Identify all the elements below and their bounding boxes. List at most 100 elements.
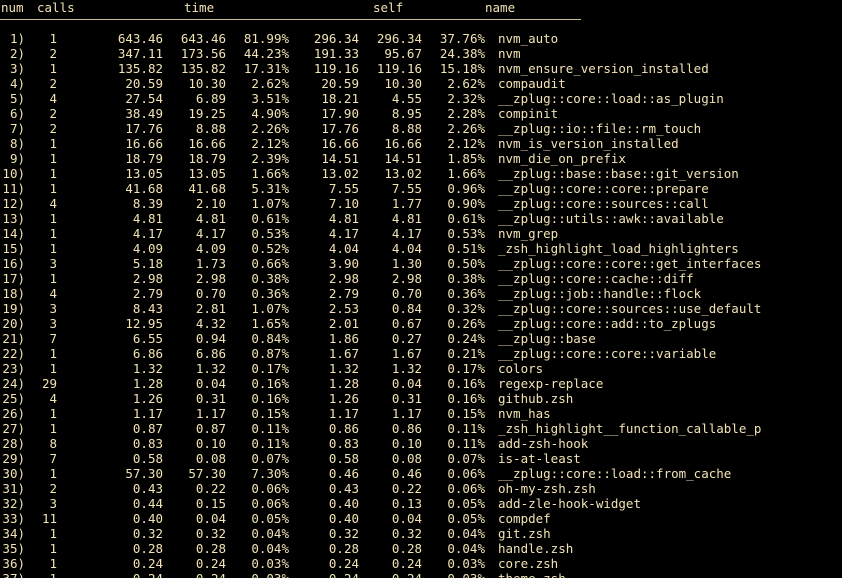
table-row: 13) 1 4.81 4.81 0.61% 4.81 4.81 0.61% __zplug::u… bbox=[0, 211, 842, 226]
row-self-avg: 4.04 bbox=[391, 241, 422, 256]
row-self-avg: 1.77 bbox=[391, 196, 422, 211]
row-self-pct: 0.90% bbox=[447, 196, 485, 211]
row-self-total: 17.76 bbox=[321, 121, 359, 136]
table-row: 1) 1 643.46 643.46 81.99% 296.34 296.34 37.76% n… bbox=[0, 31, 842, 46]
row-num: 2) bbox=[9, 46, 25, 61]
table-row: 33) 11 0.40 0.04 0.05% 0.40 0.04 0.05% compdef bbox=[0, 511, 842, 526]
row-self-pct: 0.06% bbox=[447, 466, 485, 481]
row-time-avg: 0.10 bbox=[195, 436, 226, 451]
row-time-total: 20.59 bbox=[125, 76, 163, 91]
row-self-total: 2.53 bbox=[328, 301, 359, 316]
row-time-avg: 0.24 bbox=[196, 571, 226, 578]
row-function-name: __zplug::core::load::as_plugin bbox=[498, 91, 724, 106]
row-function-name: is-at-least bbox=[498, 451, 581, 466]
table-row: 32) 3 0.44 0.15 0.06% 0.40 0.13 0.05% add-zle-ho… bbox=[0, 496, 842, 511]
table-row: 37) 1 0.24 0.24 0.03% 0.24 0.24 0.03% theme.zsh bbox=[0, 571, 842, 578]
row-function-name: colors bbox=[498, 361, 544, 376]
row-self-pct: 0.17% bbox=[447, 361, 485, 376]
row-self-total: 20.59 bbox=[321, 76, 359, 91]
row-calls: 1 bbox=[49, 421, 57, 436]
table-row: 26) 1 1.17 1.17 0.15% 1.17 1.17 0.15% nvm_has bbox=[0, 406, 842, 421]
table-row: 19) 3 8.43 2.81 1.07% 2.53 0.84 0.32% __zplug::c… bbox=[0, 301, 842, 316]
row-calls: 11 bbox=[41, 511, 57, 526]
row-self-total: 2.01 bbox=[328, 316, 359, 331]
row-self-total: 1.28 bbox=[328, 376, 359, 391]
row-time-total: 1.17 bbox=[132, 406, 163, 421]
row-self-pct: 0.06% bbox=[447, 481, 485, 496]
row-time-pct: 0.15% bbox=[251, 406, 289, 421]
row-calls: 1 bbox=[49, 166, 57, 181]
row-self-pct: 2.26% bbox=[447, 121, 485, 136]
row-self-pct: 0.16% bbox=[447, 376, 485, 391]
row-num: 23) bbox=[2, 361, 25, 376]
row-self-avg: 8.88 bbox=[391, 121, 422, 136]
row-time-total: 5.18 bbox=[132, 256, 163, 271]
row-self-total: 0.40 bbox=[328, 511, 359, 526]
row-self-pct: 24.38% bbox=[439, 46, 485, 61]
row-time-total: 0.83 bbox=[132, 436, 163, 451]
table-row: 15) 1 4.09 4.09 0.52% 4.04 4.04 0.51% _zsh_highl… bbox=[0, 241, 842, 256]
row-function-name: __zplug::base bbox=[498, 331, 596, 346]
row-function-name: __zplug::utils::awk::available bbox=[498, 211, 724, 226]
row-calls: 1 bbox=[49, 211, 57, 226]
row-calls: 4 bbox=[49, 391, 57, 406]
row-self-pct: 0.96% bbox=[447, 181, 485, 196]
table-row: 29) 7 0.58 0.08 0.07% 0.58 0.08 0.07% is-at-leas… bbox=[0, 451, 842, 466]
row-calls: 3 bbox=[49, 316, 57, 331]
row-time-total: 4.17 bbox=[132, 226, 163, 241]
row-time-pct: 17.31% bbox=[243, 61, 289, 76]
row-self-avg: 0.13 bbox=[391, 496, 422, 511]
table-row: 20) 3 12.95 4.32 1.65% 2.01 0.67 0.26% __zplug::… bbox=[0, 316, 842, 331]
table-row: 2) 2 347.11 173.56 44.23% 191.33 95.67 24.38% nv… bbox=[0, 46, 842, 61]
row-self-pct: 1.85% bbox=[447, 151, 485, 166]
row-calls: 3 bbox=[49, 256, 57, 271]
row-calls: 1 bbox=[49, 466, 57, 481]
row-self-pct: 0.11% bbox=[447, 421, 485, 436]
row-self-total: 1.67 bbox=[328, 346, 359, 361]
row-self-total: 1.32 bbox=[328, 361, 359, 376]
row-self-pct: 1.66% bbox=[447, 166, 485, 181]
row-self-pct: 0.05% bbox=[447, 496, 485, 511]
row-self-pct: 2.12% bbox=[447, 136, 485, 151]
row-num: 26) bbox=[2, 406, 25, 421]
row-function-name: __zplug::core::load::from_cache bbox=[498, 466, 732, 481]
row-time-pct: 1.07% bbox=[251, 301, 289, 316]
row-self-avg: 16.66 bbox=[384, 136, 422, 151]
row-self-avg: 0.46 bbox=[391, 466, 422, 481]
table-row: 35) 1 0.28 0.28 0.04% 0.28 0.28 0.04% handle.zsh bbox=[0, 541, 842, 556]
row-time-pct: 0.53% bbox=[251, 226, 289, 241]
row-self-avg: 296.34 bbox=[376, 31, 422, 46]
row-function-name: core.zsh bbox=[498, 556, 559, 571]
row-time-pct: 4.90% bbox=[251, 106, 289, 121]
row-time-total: 1.26 bbox=[132, 391, 163, 406]
table-row: 4) 2 20.59 10.30 2.62% 20.59 10.30 2.62% compaud… bbox=[0, 76, 842, 91]
row-time-total: 347.11 bbox=[117, 46, 163, 61]
row-calls: 29 bbox=[41, 376, 57, 391]
row-time-total: 13.05 bbox=[125, 166, 163, 181]
row-time-total: 16.66 bbox=[125, 136, 163, 151]
row-self-pct: 0.04% bbox=[447, 526, 485, 541]
row-time-total: 12.95 bbox=[125, 316, 163, 331]
row-self-avg: 4.81 bbox=[391, 211, 422, 226]
row-calls: 1 bbox=[49, 346, 57, 361]
row-num: 6) bbox=[9, 106, 25, 121]
table-row: 21) 7 6.55 0.94 0.84% 1.86 0.27 0.24% __zplug::b… bbox=[0, 331, 842, 346]
row-function-name: theme.zsh bbox=[498, 571, 566, 578]
table-row: 31) 2 0.43 0.22 0.06% 0.43 0.22 0.06% oh-my-zsh.… bbox=[0, 481, 842, 496]
row-num: 32) bbox=[2, 496, 25, 511]
row-time-pct: 0.38% bbox=[251, 271, 289, 286]
row-num: 28) bbox=[2, 436, 25, 451]
row-function-name: compaudit bbox=[498, 76, 566, 91]
table-row: 30) 1 57.30 57.30 7.30% 0.46 0.46 0.06% __zplug:… bbox=[0, 466, 842, 481]
row-self-pct: 0.05% bbox=[447, 511, 485, 526]
row-time-avg: 6.89 bbox=[195, 91, 226, 106]
terminal-window[interactable]: num calls time self name 1) 1 643.46 643.46… bbox=[0, 0, 842, 578]
row-num: 16) bbox=[2, 256, 25, 271]
row-time-pct: 0.87% bbox=[251, 346, 289, 361]
row-time-total: 2.79 bbox=[132, 286, 163, 301]
row-time-pct: 2.62% bbox=[251, 76, 289, 91]
row-calls: 2 bbox=[49, 106, 57, 121]
row-num: 8) bbox=[9, 136, 25, 151]
row-self-pct: 0.38% bbox=[447, 271, 485, 286]
row-time-avg: 2.98 bbox=[195, 271, 226, 286]
